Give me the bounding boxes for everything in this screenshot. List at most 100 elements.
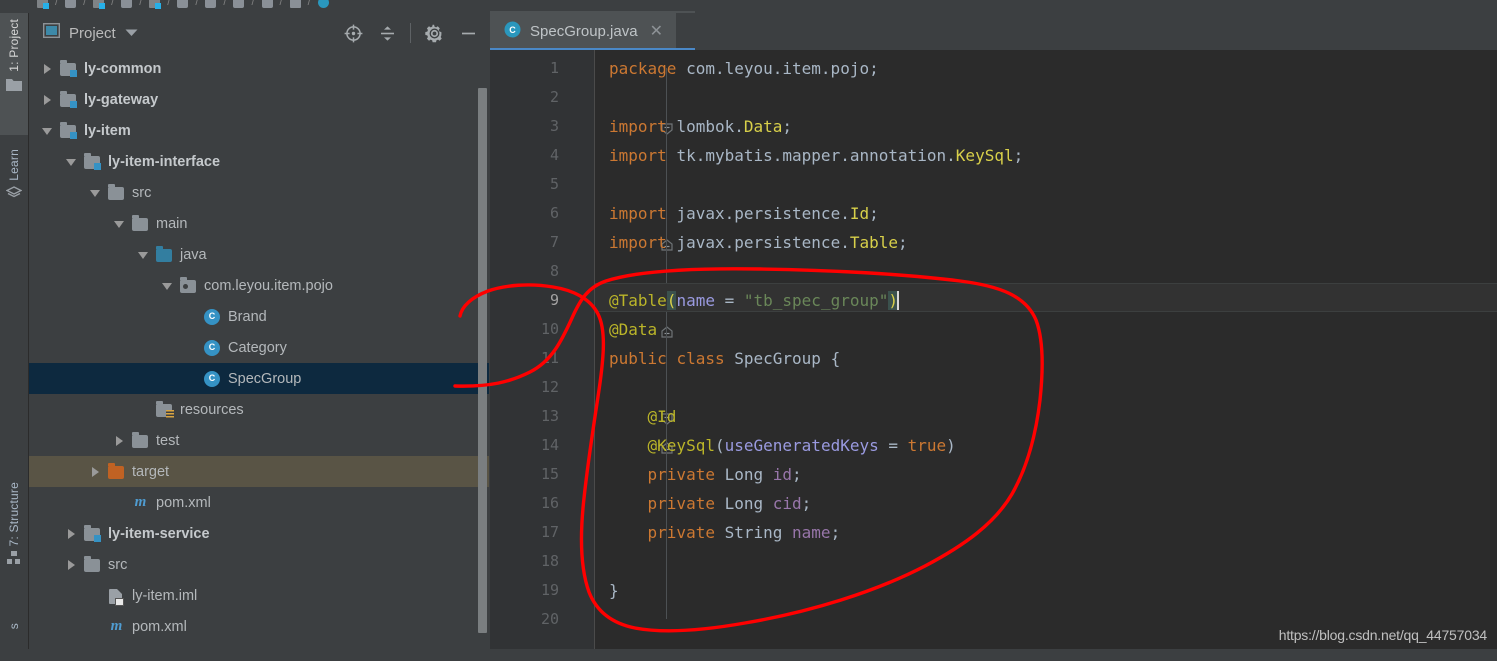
tree-item-specgroup[interactable]: C SpecGroup [29,363,489,394]
code-line[interactable]: public class SpecGroup { [609,344,840,373]
code-line[interactable]: } [609,576,619,605]
tree-item-target[interactable]: target [29,456,489,487]
code-line[interactable]: import lombok.Data; [609,112,792,141]
minimize-icon[interactable] [453,18,483,48]
code-token: class [676,349,735,368]
code-token: ( [714,436,725,455]
chevron-right-icon[interactable] [89,465,102,478]
code-line[interactable]: private Long id; [609,460,802,489]
tree-item-ly-gateway[interactable]: ly-gateway [29,84,489,115]
code-line[interactable]: import javax.persistence.Table; [609,228,908,257]
breadcrumb-item[interactable] [255,0,280,8]
chevron-down-icon[interactable] [89,186,102,199]
breadcrumb-item[interactable] [170,0,195,8]
chevron-down-icon[interactable] [137,248,150,261]
tree-item-pom-xml[interactable]: m pom.xml [29,611,489,642]
breadcrumb-item[interactable] [311,0,336,8]
breadcrumb-item[interactable] [142,0,167,9]
chevron-right-icon[interactable] [65,558,78,571]
chevron-right-icon[interactable] [65,527,78,540]
code-token: Long [724,465,773,484]
navigation-breadcrumb-bar[interactable]: / / / / / / / / / / [0,0,1497,13]
sidebar-item-project[interactable]: 1: Project [0,13,28,135]
collapse-all-icon[interactable] [372,18,402,48]
code-line[interactable]: import javax.persistence.Id; [609,199,879,228]
module-icon [149,0,162,9]
breadcrumb-item[interactable] [86,0,111,9]
sidebar-item-learn-label: Learn [7,149,21,181]
tree-item-ly-item-interface[interactable]: ly-item-interface [29,146,489,177]
tree-item-brand[interactable]: C Brand [29,301,489,332]
code-line[interactable]: private Long cid; [609,489,812,518]
tree-item-pom-xml[interactable]: m pom.xml [29,487,489,518]
code-line[interactable]: @KeySql(useGeneratedKeys = true) [609,431,956,460]
code-token: import [609,233,677,252]
tree-item-ly-item[interactable]: ly-item [29,115,489,146]
gear-icon[interactable] [419,18,449,48]
code-line[interactable]: @Table(name = "tb_spec_group") [609,286,900,315]
tab-specgroup-java[interactable]: C SpecGroup.java ✕ [490,13,676,50]
tree-item-test[interactable]: test [29,425,489,456]
breadcrumb-item[interactable] [58,0,83,8]
tree-item-category[interactable]: C Category [29,332,489,363]
tab-label: SpecGroup.java [530,23,638,40]
breadcrumb-item[interactable] [30,0,55,9]
iml-file-icon [108,588,125,606]
tree-item-label: ly-item-service [108,525,210,542]
tree-item-java[interactable]: java [29,239,489,270]
tree-item-label: ly-item [84,122,131,139]
tree-item-ly-common[interactable]: ly-common [29,53,489,84]
line-number-gutter[interactable]: 1 2 3 4 5 6 7 8 9 10 11 12 13 14 15 16 17 18 19 20 [490,50,573,649]
tree-item-src[interactable]: src [29,177,489,208]
close-icon[interactable]: ✕ [647,23,663,40]
code-line[interactable]: package com.leyou.item.pojo; [609,54,879,83]
tree-item-src[interactable]: src [29,549,489,580]
code-line[interactable]: private String name; [609,518,841,547]
project-tool-window[interactable]: Project ly-common ly-gateway ly-item ly-… [29,13,489,649]
line-number: 3 [549,117,559,135]
chevron-right-icon[interactable] [113,434,126,447]
module-icon [60,121,77,139]
code-editor[interactable]: C SpecGroup.java ✕ 1 2 3 4 5 6 7 8 9 10 11 12 13 14 15… [490,13,1497,649]
chevron-down-icon[interactable] [65,155,78,168]
tree-item-com-leyou-item-pojo[interactable]: com.leyou.item.pojo [29,270,489,301]
tree-item-ly-item-iml[interactable]: ly-item.iml [29,580,489,611]
breadcrumb-item[interactable] [114,0,139,8]
project-panel-actions[interactable] [338,13,483,53]
sidebar-item-structure[interactable]: 7: Structure [0,478,28,618]
editor-tab-bar[interactable]: C SpecGroup.java ✕ [490,13,1497,50]
chevron-down-icon[interactable] [161,279,174,292]
chevron-right-icon[interactable] [41,62,54,75]
code-line[interactable]: @Data [609,315,657,344]
code-area[interactable]: 1 2 3 4 5 6 7 8 9 10 11 12 13 14 15 16 17 18 19 20 package … [490,50,1497,649]
code-fold-strip[interactable] [573,50,673,649]
project-panel-title-group[interactable]: Project [29,22,138,43]
tree-item-ly-item-service[interactable]: ly-item-service [29,518,489,549]
sidebar-item-partial[interactable]: s [0,621,28,661]
locate-file-icon[interactable] [338,18,368,48]
code-line[interactable]: import tk.mybatis.mapper.annotation.KeyS… [609,141,1023,170]
chevron-down-icon[interactable] [125,24,138,42]
breadcrumb-item[interactable] [198,0,223,8]
target-folder-icon [108,462,125,480]
fold-end-icon[interactable] [661,323,673,338]
folder-icon [121,0,133,8]
tree-item-resources[interactable]: resources [29,394,489,425]
breadcrumb-item[interactable] [226,0,251,8]
tree-item-main[interactable]: main [29,208,489,239]
breadcrumb-item[interactable] [283,0,308,8]
chevron-right-icon[interactable] [41,93,54,106]
left-tool-window-strip[interactable]: 1: Project Learn 7: Structure s [0,13,29,649]
code-line[interactable]: @Id [609,402,677,431]
sidebar-item-learn[interactable]: Learn [0,143,28,239]
folder-icon [108,183,125,201]
line-number: 13 [540,407,559,425]
project-tree[interactable]: ly-common ly-gateway ly-item ly-item-interf… [29,53,489,649]
chevron-down-icon[interactable] [41,124,54,137]
project-tree-scrollbar[interactable] [478,88,487,633]
line-number: 16 [540,494,559,512]
chevron-down-icon[interactable] [113,217,126,230]
